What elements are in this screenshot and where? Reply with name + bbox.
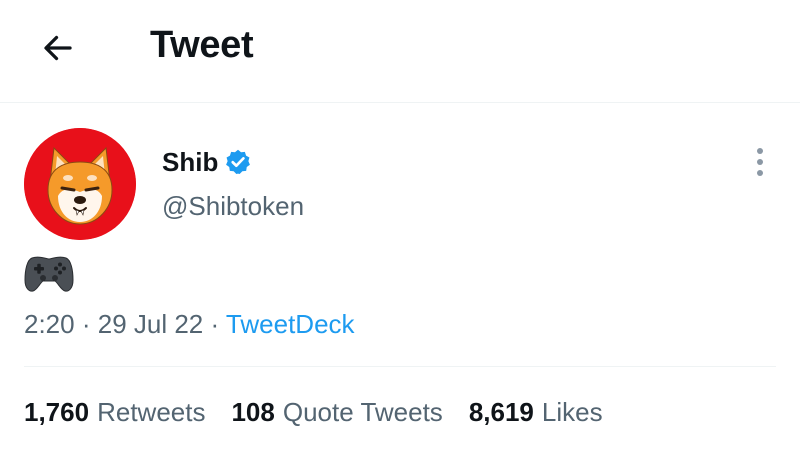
likes-stat[interactable]: 8,619 Likes xyxy=(469,396,603,428)
tweet-time[interactable]: 2:20 xyxy=(24,309,75,339)
retweets-count: 1,760 xyxy=(24,397,90,427)
author-handle[interactable]: @Shibtoken xyxy=(162,190,304,222)
retweets-stat[interactable]: 1,760 Retweets xyxy=(24,396,205,428)
quote-tweets-stat[interactable]: 108 Quote Tweets xyxy=(231,396,442,428)
video-game-controller-emoji-icon xyxy=(24,256,74,292)
avatar[interactable] xyxy=(24,128,136,240)
tweet-date[interactable]: 29 Jul 22 xyxy=(98,309,204,339)
likes-count: 8,619 xyxy=(468,397,534,427)
author-name: Shib xyxy=(162,147,219,177)
tweet-text xyxy=(24,250,74,296)
divider xyxy=(24,366,776,367)
top-bar: Tweet xyxy=(0,0,800,103)
retweets-label: Retweets xyxy=(97,397,206,427)
meta-separator: · xyxy=(81,309,98,339)
shiba-inu-avatar-icon xyxy=(24,128,136,240)
tweet-meta: 2:20 · 29 Jul 22 · TweetDeck xyxy=(24,308,355,340)
engagement-stats: 1,760 Retweets 108 Quote Tweets 8,619 Li… xyxy=(24,396,629,428)
quote-tweets-count: 108 xyxy=(231,397,275,427)
tweet-source-link[interactable]: TweetDeck xyxy=(226,309,355,339)
more-options-button[interactable] xyxy=(740,140,780,184)
arrow-left-icon xyxy=(44,35,72,61)
tweet-detail-view: Tweet Shib @Shibtoken 2:20 · 29 Jul 22 ·… xyxy=(0,0,800,453)
verified-badge-icon xyxy=(224,148,252,176)
more-vertical-icon xyxy=(757,148,763,176)
meta-separator: · xyxy=(210,309,226,339)
quote-tweets-label: Quote Tweets xyxy=(282,397,443,427)
page-title: Tweet xyxy=(150,24,254,66)
author-name-link[interactable]: Shib xyxy=(162,146,252,178)
back-button[interactable] xyxy=(30,20,86,76)
likes-label: Likes xyxy=(541,397,603,427)
